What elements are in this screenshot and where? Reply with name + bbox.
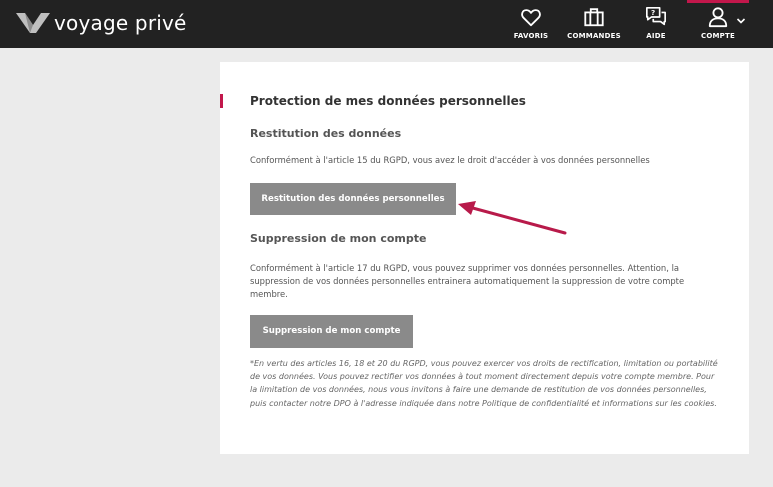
nav-commandes[interactable]: COMMANDES <box>567 6 621 42</box>
restitution-button[interactable]: Restitution des données personnelles <box>250 183 456 215</box>
annotation-arrow <box>458 201 567 235</box>
top-navigation-bar: voyage privé FAVORIS COMMANDES ? AIDE CO… <box>0 0 773 48</box>
rgpd-footnote: *En vertu des articles 16, 18 et 20 du R… <box>250 359 718 408</box>
suppression-button[interactable]: Suppression de mon compte <box>250 315 413 348</box>
logo-text: voyage privé <box>54 11 187 35</box>
chevron-down-icon[interactable] <box>736 16 746 26</box>
nav-compte-label: COMPTE <box>701 32 735 40</box>
svg-text:?: ? <box>651 8 655 17</box>
suppression-text: Conformément à l'article 17 du RGPD, vou… <box>250 263 685 299</box>
restitution-text: Conformément à l'article 15 du RGPD, vou… <box>250 155 650 165</box>
restitution-heading: Restitution des données <box>250 127 402 140</box>
heart-icon <box>521 9 541 27</box>
logo-chevron-icon <box>16 13 50 33</box>
suppression-heading: Suppression de mon compte <box>250 232 427 245</box>
nav-favoris[interactable]: FAVORIS <box>513 6 549 42</box>
logo-text-light: privé <box>128 11 187 35</box>
voyage-prive-logo[interactable]: voyage privé <box>16 10 187 36</box>
nav-commandes-label: COMMANDES <box>567 32 621 40</box>
title-accent-bar <box>220 94 223 108</box>
suitcase-icon <box>584 8 604 27</box>
page-title: Protection de mes données personnelles <box>250 94 526 108</box>
compte-active-indicator <box>687 0 749 3</box>
logo-text-bold: voyage <box>54 11 129 35</box>
nav-aide[interactable]: ? AIDE <box>640 6 672 42</box>
nav-aide-label: AIDE <box>646 32 666 40</box>
nav-compte[interactable]: COMPTE <box>700 6 736 42</box>
help-chat-icon: ? <box>646 7 666 26</box>
user-icon <box>708 7 728 28</box>
nav-favoris-label: FAVORIS <box>513 32 549 40</box>
